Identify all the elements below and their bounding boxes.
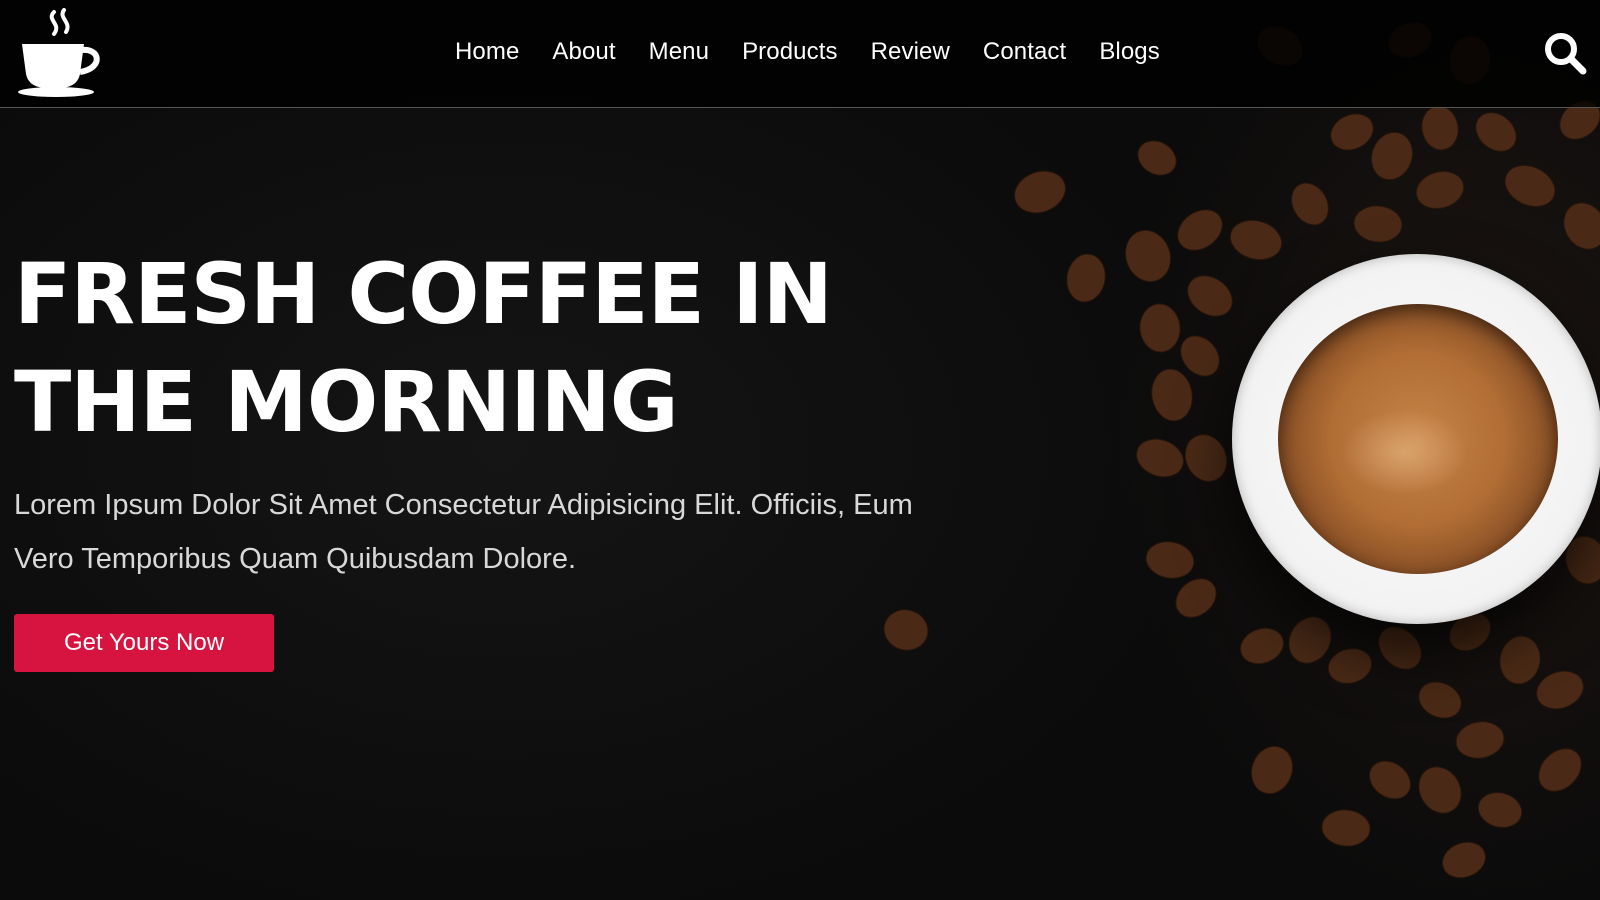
nav-link-about[interactable]: About <box>552 38 615 66</box>
search-icon[interactable] <box>1543 31 1587 75</box>
nav-link-home[interactable]: Home <box>455 38 519 66</box>
nav-link-blogs[interactable]: Blogs <box>1099 38 1160 66</box>
nav-link-products[interactable]: Products <box>742 38 838 66</box>
main-nav: Home About Menu Products Review Contact … <box>455 38 1193 66</box>
coffee-crema <box>1278 304 1558 574</box>
nav-link-menu[interactable]: Menu <box>649 38 709 66</box>
hero-title: FRESH COFFEE IN THE MORNING <box>14 245 833 451</box>
hero-section: FRESH COFFEE IN THE MORNING Lorem Ipsum … <box>14 240 974 672</box>
navbar: Home About Menu Products Review Contact … <box>0 0 1600 108</box>
nav-link-contact[interactable]: Contact <box>983 38 1066 66</box>
nav-link-review[interactable]: Review <box>871 38 950 66</box>
hero-subtitle: Lorem Ipsum Dolor Sit Amet Consectetur A… <box>14 489 913 575</box>
coffee-cup-icon[interactable] <box>14 6 106 98</box>
get-yours-now-button[interactable]: Get Yours Now <box>14 614 274 672</box>
coffee-cup-image <box>1232 254 1600 624</box>
